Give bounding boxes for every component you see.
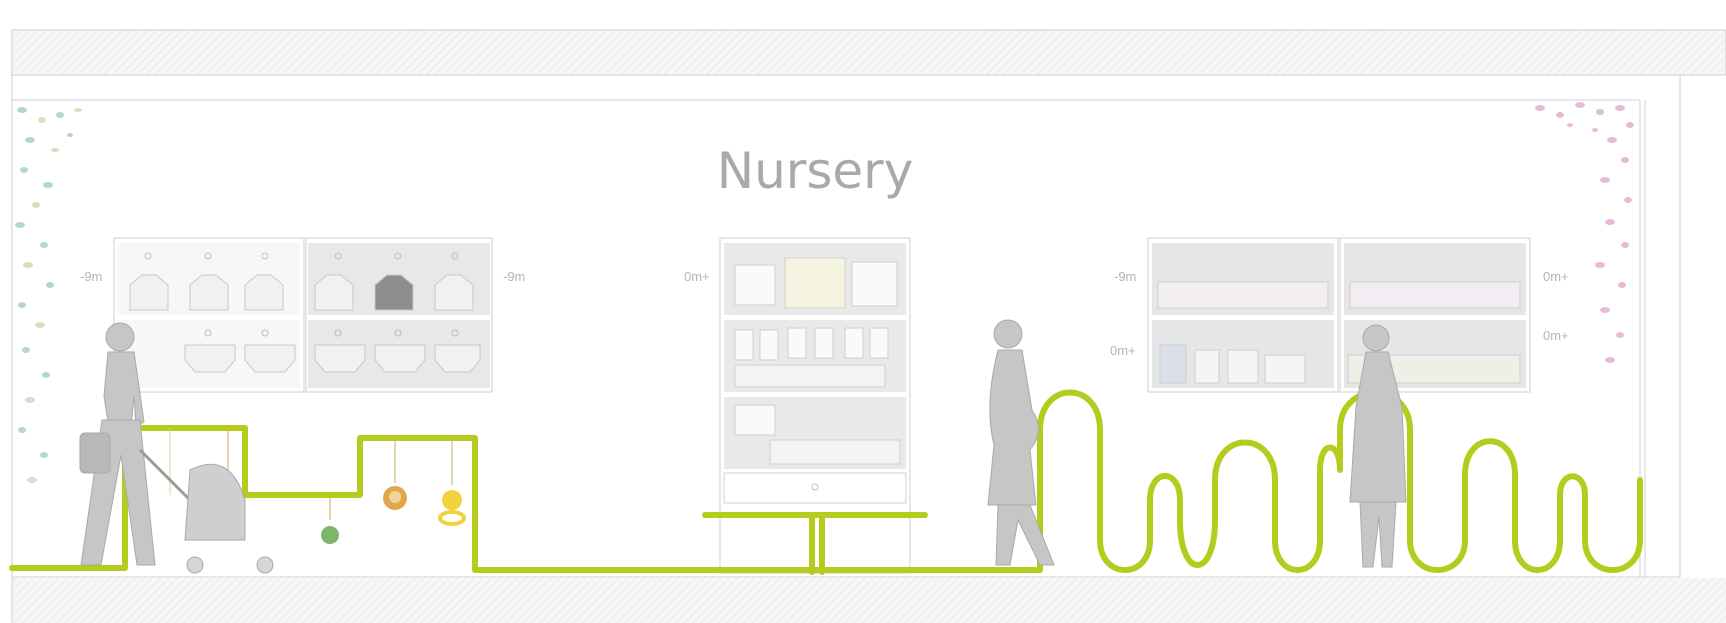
- page-title: Nursery: [717, 142, 914, 200]
- size-label-left-unit-right: -9m: [503, 269, 525, 284]
- size-label-left-unit: -9m: [80, 269, 102, 284]
- elevation-svg: Nursery -9m -9m 0m+ -9m 0m+ 0m+ 0m+: [9, 29, 1726, 623]
- wall-display-left: -9m -9m: [80, 237, 525, 393]
- nursery-elevation-drawing: Nursery -9m -9m 0m+ -9m 0m+ 0m+ 0m+: [0, 0, 1726, 623]
- size-label-center-cabinet: 0m+: [684, 269, 710, 284]
- size-label-right-unit-top: -9m: [1114, 269, 1136, 284]
- size-label-right-unit-right-bottom: 0m+: [1543, 328, 1569, 343]
- size-label-right-unit-right-top: 0m+: [1543, 269, 1569, 284]
- size-label-right-unit-bottom: 0m+: [1110, 343, 1136, 358]
